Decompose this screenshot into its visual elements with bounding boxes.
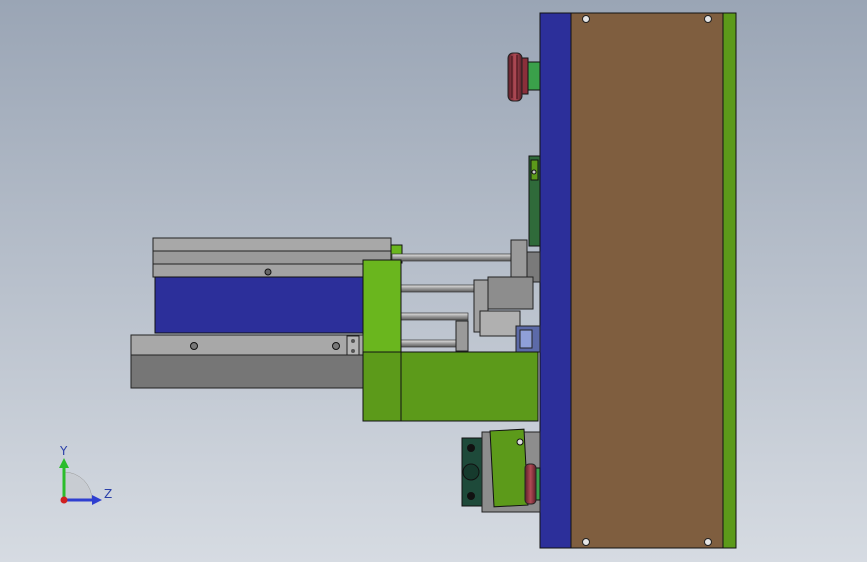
assembly-drawing: Y Z	[0, 0, 867, 562]
upper-green-block	[362, 259, 402, 357]
y-axis-label: Y	[59, 444, 68, 458]
bolt-hole	[582, 538, 590, 546]
bolt-hole	[704, 15, 712, 23]
cad-viewport[interactable]: Y Z	[0, 0, 867, 562]
viewport-background	[0, 0, 867, 562]
wood-panel	[570, 12, 724, 549]
plate-bracket	[528, 155, 541, 247]
bolt-hole	[704, 538, 712, 546]
bottom-cylinder	[461, 428, 541, 513]
bolt-hole	[582, 15, 590, 23]
navy-plate	[539, 12, 572, 549]
mounting-plate-assembly	[539, 12, 737, 549]
z-axis-label: Z	[104, 487, 112, 501]
green-edge-strip	[722, 12, 737, 549]
